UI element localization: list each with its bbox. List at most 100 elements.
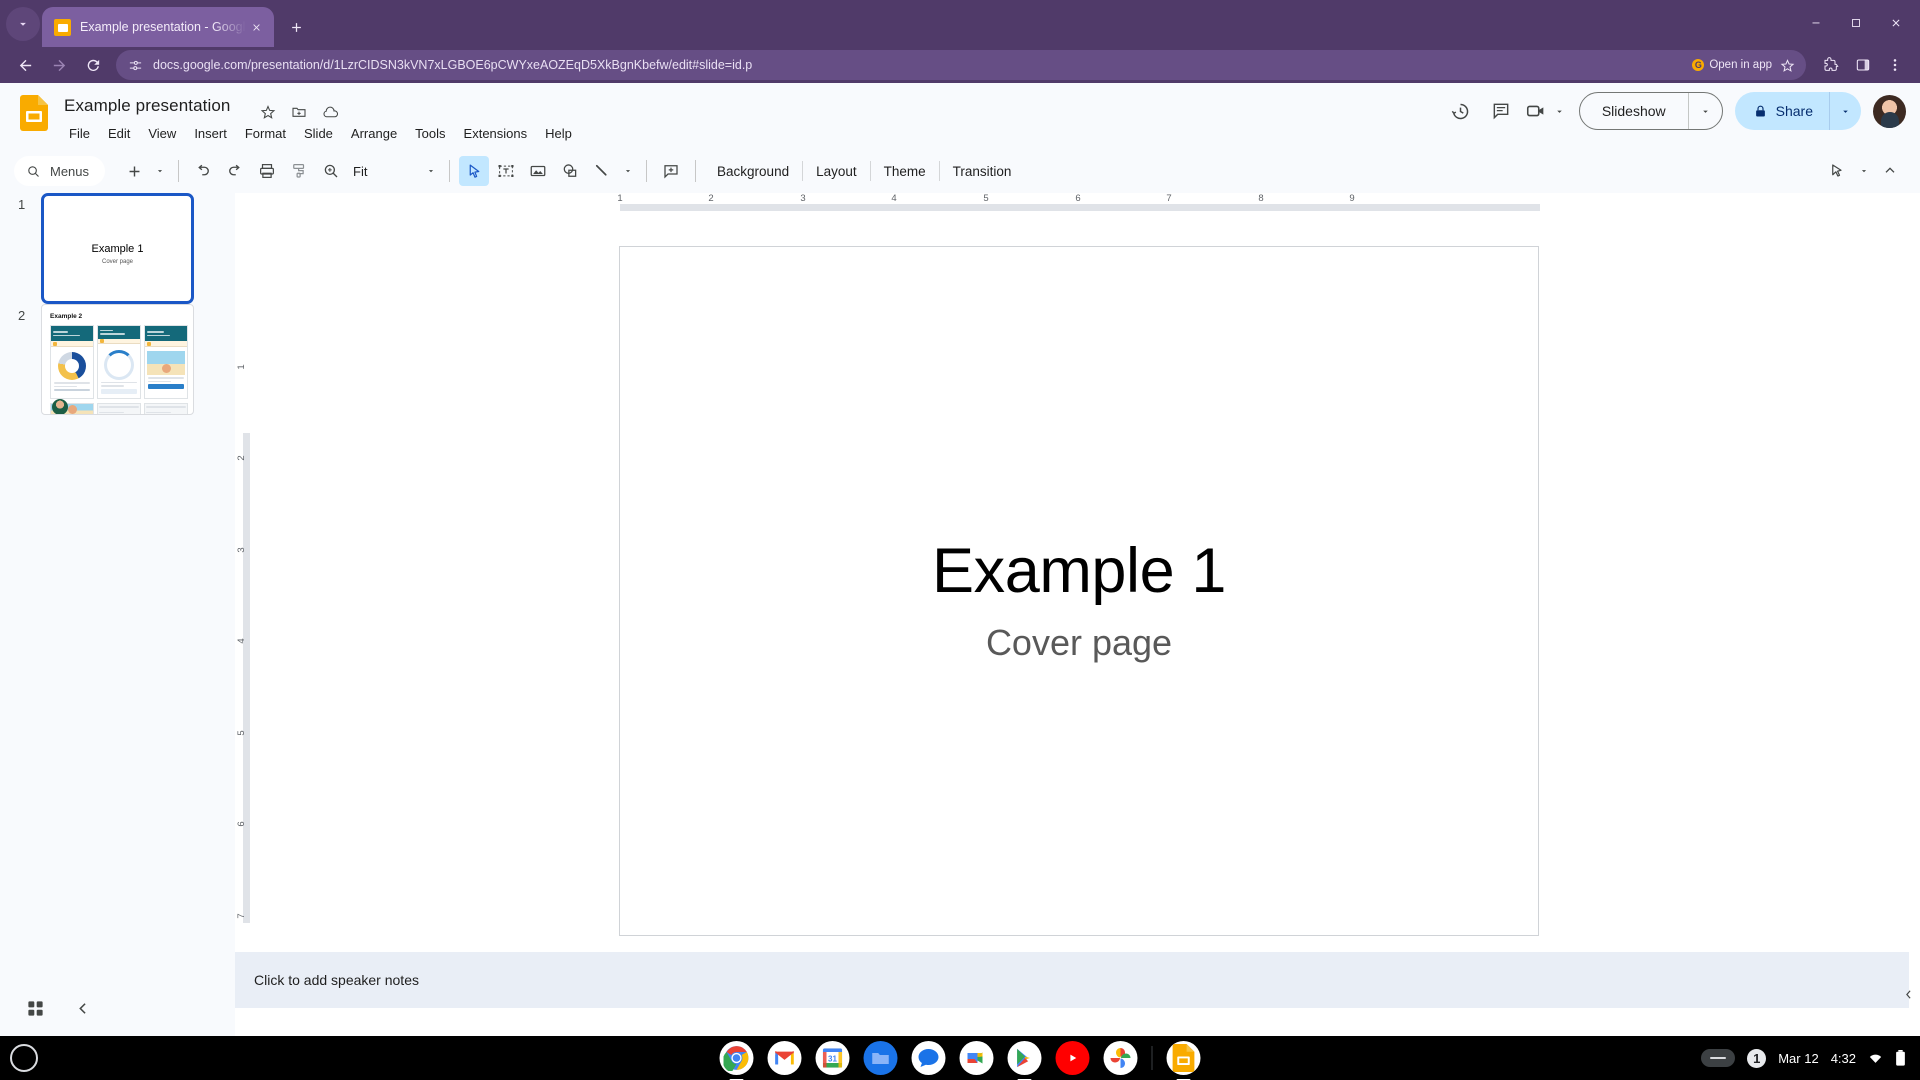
select-icon[interactable] <box>459 156 490 186</box>
menu-item-help[interactable]: Help <box>536 124 581 143</box>
paint-format-icon[interactable] <box>284 156 314 186</box>
menu-item-edit[interactable]: Edit <box>99 124 139 143</box>
move-to-folder-icon[interactable] <box>288 101 310 123</box>
illustration-card <box>147 351 185 375</box>
page-title[interactable]: Example presentation <box>64 96 230 116</box>
browser-tab[interactable]: Example presentation - Google Slides <box>42 7 274 47</box>
youtube-app-icon[interactable] <box>1055 1041 1090 1075</box>
wifi-icon[interactable] <box>1868 1051 1883 1066</box>
zoom-level-select[interactable]: Fit <box>347 164 421 179</box>
layout-button[interactable]: Layout <box>803 158 870 185</box>
new-slide-icon[interactable] <box>119 156 149 186</box>
files-app-icon[interactable] <box>863 1041 898 1075</box>
slide-thumbnail-1[interactable]: Example 1 Cover page <box>41 193 194 304</box>
menu-item-format[interactable]: Format <box>236 124 295 143</box>
cloud-saved-icon[interactable] <box>319 101 341 123</box>
shape-icon[interactable] <box>555 156 585 186</box>
menu-item-view[interactable]: View <box>139 124 185 143</box>
menu-item-extensions[interactable]: Extensions <box>455 124 537 143</box>
notification-count-badge[interactable]: 1 <box>1747 1048 1767 1068</box>
open-in-app-button[interactable]: G Open in app <box>1692 59 1772 71</box>
bookmark-star-icon[interactable] <box>1778 56 1796 74</box>
chrome-app-icon[interactable] <box>719 1041 754 1075</box>
slide-thumbnail-2[interactable]: Example 2 <box>41 304 194 415</box>
background-button[interactable]: Background <box>704 158 802 185</box>
maximize-button[interactable] <box>1836 6 1876 40</box>
slide-title-textbox[interactable]: Example 1 <box>620 535 1538 607</box>
zoom-caret-icon[interactable] <box>421 156 441 186</box>
redo-icon[interactable] <box>220 156 250 186</box>
gmail-app-icon[interactable] <box>767 1041 802 1075</box>
slide-number: 2 <box>18 308 26 323</box>
new-tab-button[interactable] <box>282 13 310 41</box>
open-in-app-label: Open in app <box>1709 59 1772 71</box>
menu-item-file[interactable]: File <box>60 124 99 143</box>
extensions-button[interactable] <box>1816 50 1846 80</box>
status-area[interactable]: 1 Mar 12 4:32 <box>1701 1036 1906 1080</box>
menu-item-arrange[interactable]: Arrange <box>342 124 406 143</box>
new-slide-caret-icon[interactable] <box>150 156 170 186</box>
image-icon[interactable] <box>523 156 553 186</box>
slides-logo-icon <box>20 95 48 131</box>
minimize-button[interactable] <box>1796 6 1836 40</box>
collapse-filmstrip-icon[interactable] <box>70 995 96 1021</box>
share-button[interactable]: Share <box>1735 92 1829 130</box>
close-icon[interactable] <box>246 17 266 37</box>
textbox-icon[interactable] <box>491 156 521 186</box>
chrome-menu-button[interactable] <box>1880 50 1910 80</box>
shelf-tray-pill[interactable] <box>1701 1049 1736 1067</box>
meet-app-icon[interactable] <box>959 1041 994 1075</box>
slide-subtitle-textbox[interactable]: Cover page <box>620 622 1538 664</box>
address-bar[interactable]: docs.google.com/presentation/d/1LzrCIDSN… <box>116 50 1806 80</box>
zoom-icon[interactable] <box>316 156 346 186</box>
transition-button[interactable]: Transition <box>940 158 1025 185</box>
list-item[interactable]: 1 Example 1 Cover page <box>0 193 235 311</box>
expand-notes-icon[interactable] <box>1898 984 1918 1004</box>
close-window-button[interactable] <box>1876 6 1916 40</box>
comment-add-icon[interactable] <box>656 156 686 186</box>
toolbar-divider <box>178 160 180 182</box>
meet-camera-icon[interactable] <box>1521 91 1551 131</box>
slideshow-options-button[interactable] <box>1687 93 1722 129</box>
pen-caret-icon[interactable] <box>1854 156 1874 186</box>
calendar-app-icon[interactable]: 31 <box>815 1041 850 1075</box>
play-store-app-icon[interactable] <box>1007 1041 1042 1075</box>
browser-toolbar: docs.google.com/presentation/d/1LzrCIDSN… <box>0 47 1920 83</box>
share-options-button[interactable] <box>1829 92 1861 130</box>
reload-button[interactable] <box>78 50 108 80</box>
launcher-icon[interactable] <box>10 1044 38 1072</box>
star-icon[interactable] <box>257 101 279 123</box>
back-button[interactable] <box>10 50 40 80</box>
line-caret-icon[interactable] <box>618 156 638 186</box>
line-icon[interactable] <box>587 156 617 186</box>
slides-app-icon[interactable] <box>1166 1041 1201 1075</box>
version-history-icon[interactable] <box>1441 91 1481 131</box>
menu-item-slide[interactable]: Slide <box>295 124 342 143</box>
menus-search-button[interactable]: Menus <box>14 156 106 186</box>
menu-item-insert[interactable]: Insert <box>185 124 236 143</box>
collapse-toolbar-icon[interactable] <box>1875 156 1905 186</box>
slideshow-button[interactable]: Slideshow <box>1580 93 1688 129</box>
theme-button[interactable]: Theme <box>871 158 939 185</box>
slides-favicon <box>54 18 71 36</box>
tab-search-button[interactable] <box>6 7 40 41</box>
slide-canvas[interactable]: Example 1 Cover page <box>619 246 1539 936</box>
horizontal-ruler[interactable]: 1 2 3 4 5 6 7 8 9 <box>235 193 1920 215</box>
meet-caret-icon[interactable] <box>1551 91 1569 131</box>
menu-item-tools[interactable]: Tools <box>406 124 454 143</box>
undo-icon[interactable] <box>188 156 218 186</box>
comment-icon[interactable] <box>1481 91 1521 131</box>
photos-app-icon[interactable] <box>1103 1041 1138 1075</box>
avatar[interactable] <box>1873 94 1906 128</box>
print-icon[interactable] <box>252 156 282 186</box>
vertical-ruler[interactable]: 1 2 3 4 5 6 7 <box>235 215 257 940</box>
battery-icon[interactable] <box>1895 1050 1906 1066</box>
site-settings-icon[interactable] <box>126 56 144 74</box>
speaker-notes-input[interactable]: Click to add speaker notes <box>235 952 1909 1008</box>
list-item[interactable]: 2 Example 2 <box>0 304 235 422</box>
forward-button[interactable] <box>44 50 74 80</box>
side-panel-button[interactable] <box>1848 50 1878 80</box>
grid-view-icon[interactable] <box>22 995 48 1021</box>
pen-tool-icon[interactable] <box>1823 156 1853 186</box>
messages-app-icon[interactable] <box>911 1041 946 1075</box>
